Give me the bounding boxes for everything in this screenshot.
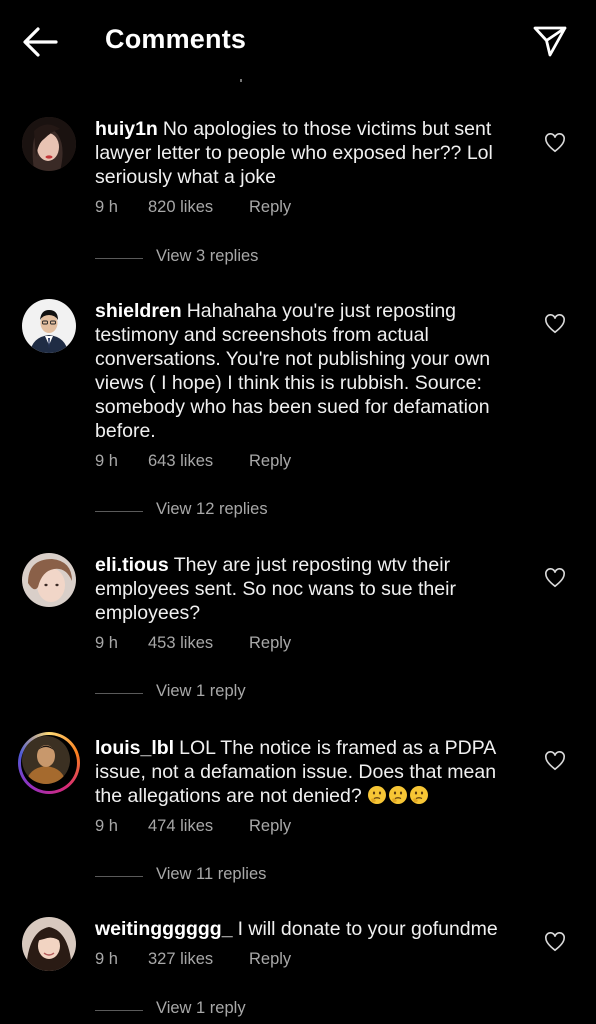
comment-username[interactable]: louis_lbl	[95, 737, 174, 759]
comment-likes[interactable]: 327 likes	[148, 950, 213, 969]
comment-text-block: louis_lbl LOL The notice is framed as a P…	[95, 736, 525, 808]
divider-line	[95, 693, 143, 694]
comment-likes[interactable]: 474 likes	[148, 817, 213, 836]
heart-icon	[545, 133, 565, 153]
comment-likes[interactable]: 643 likes	[148, 452, 213, 471]
comment-time: 9 h	[95, 817, 118, 835]
view-replies-label: View 12 replies	[156, 500, 268, 518]
reply-button[interactable]: Reply	[249, 950, 291, 969]
view-replies-label: View 1 reply	[156, 682, 246, 700]
comment-text-block: shieldren Hahahaha you're just reposting …	[95, 299, 525, 443]
send-paper-plane-icon	[533, 26, 567, 57]
story-ring[interactable]	[18, 732, 80, 794]
comment-time: 9 h	[95, 634, 118, 652]
like-button[interactable]	[544, 314, 566, 334]
comment-likes[interactable]: 820 likes	[148, 198, 213, 217]
header-bar: Comments	[0, 0, 596, 84]
comment-time: 9 h	[95, 950, 118, 968]
reply-button[interactable]: Reply	[249, 198, 291, 217]
comment-username[interactable]: huiy1n	[95, 118, 158, 140]
view-replies-label: View 11 replies	[156, 865, 267, 883]
heart-icon	[545, 932, 565, 952]
comment-username[interactable]: eli.tious	[95, 554, 169, 576]
comment-likes[interactable]: 453 likes	[148, 634, 213, 653]
comment-time: 9 h	[95, 198, 118, 216]
comment-text-block: huiy1n No apologies to those victims but …	[95, 117, 525, 189]
like-button[interactable]	[544, 133, 566, 153]
like-button[interactable]	[544, 751, 566, 771]
divider-line	[95, 258, 143, 259]
share-button[interactable]	[532, 24, 568, 58]
avatar[interactable]	[22, 553, 76, 607]
comment-time: 9 h	[95, 452, 118, 470]
arrow-left-icon	[23, 27, 58, 57]
comment-username[interactable]: weitingggggg_	[95, 918, 233, 940]
avatar	[22, 736, 70, 784]
scroll-indicator-dot	[240, 79, 242, 82]
like-button[interactable]	[544, 568, 566, 588]
divider-line	[95, 1010, 143, 1011]
divider-line	[95, 876, 143, 877]
like-button[interactable]	[544, 932, 566, 952]
comment-text-block: eli.tious They are just reposting wtv the…	[95, 553, 525, 625]
avatar[interactable]	[22, 117, 76, 171]
divider-line	[95, 511, 143, 512]
heart-icon	[545, 314, 565, 334]
heart-icon	[545, 568, 565, 588]
avatar[interactable]	[22, 299, 76, 353]
page-title: Comments	[105, 24, 247, 54]
view-replies-label: View 3 replies	[156, 247, 259, 265]
comment-text-block: weitingggggg_ I will donate to your gofun…	[95, 917, 525, 941]
comment-body: I will donate to your gofundme	[237, 918, 498, 940]
back-button[interactable]	[20, 24, 60, 60]
reply-button[interactable]: Reply	[249, 634, 291, 653]
comment-username[interactable]: shieldren	[95, 300, 182, 322]
thinking-face-emoji	[368, 786, 387, 804]
thinking-emoji-group	[367, 785, 430, 807]
reply-button[interactable]: Reply	[249, 452, 291, 471]
thinking-face-emoji	[410, 786, 429, 804]
avatar[interactable]	[22, 917, 76, 971]
reply-button[interactable]: Reply	[249, 817, 291, 836]
heart-icon	[545, 751, 565, 771]
thinking-face-emoji	[389, 786, 408, 804]
view-replies-label: View 1 reply	[156, 999, 246, 1017]
